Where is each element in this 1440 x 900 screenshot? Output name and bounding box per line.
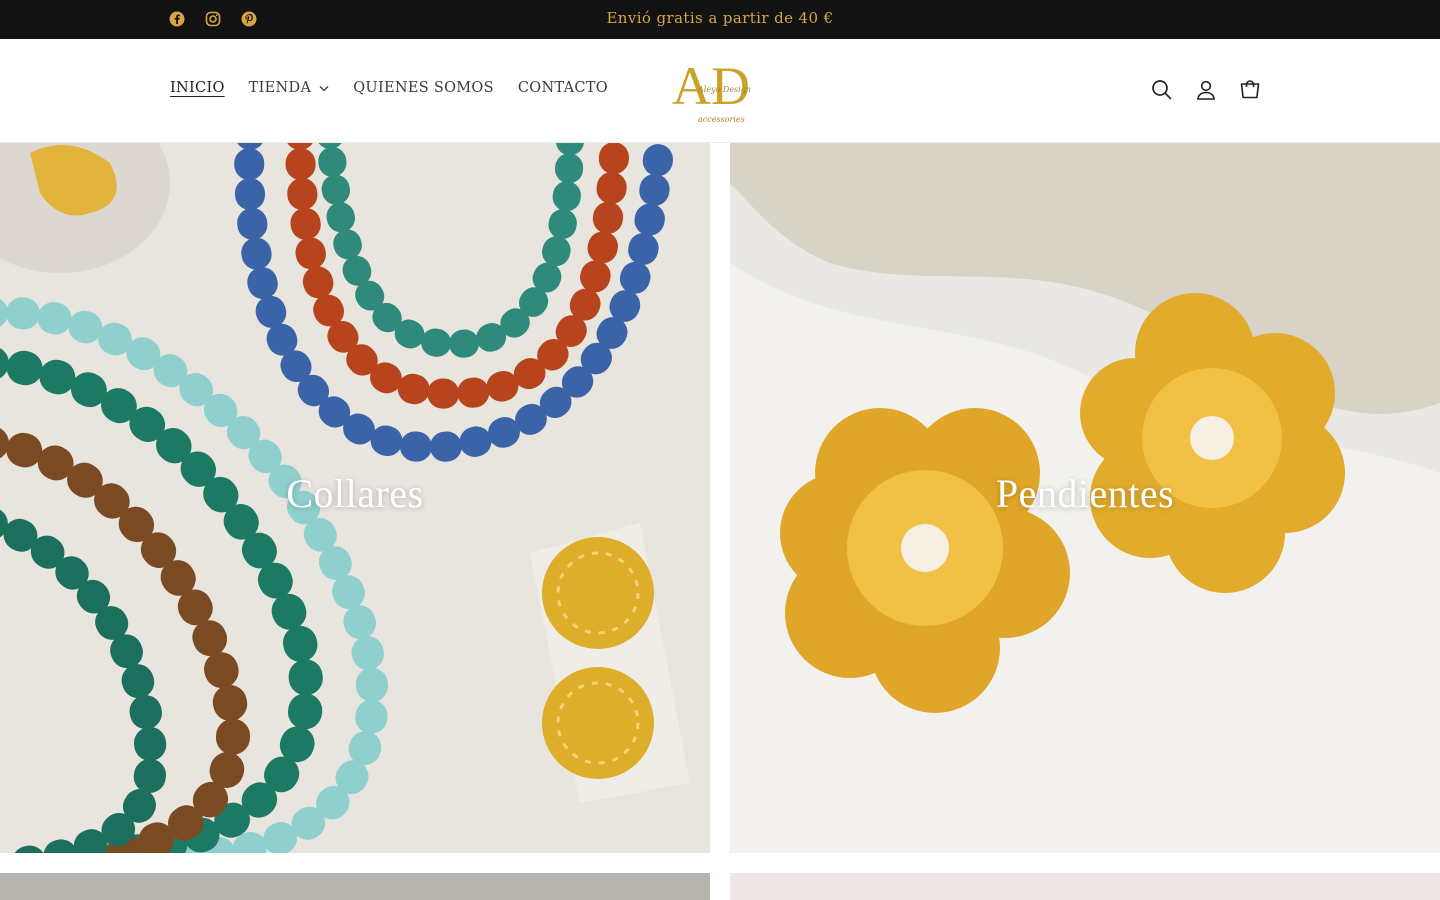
announcement-bar: Envió gratis a partir de 40 € <box>0 0 1440 39</box>
announcement-text: Envió gratis a partir de 40 € <box>606 9 834 27</box>
collection-title: Pendientes <box>995 471 1175 516</box>
logo-script: Aleya Design <box>697 85 751 94</box>
collection-title: Collares <box>286 471 424 516</box>
nav-item-quienes-somos[interactable]: QUIENES SOMOS <box>353 80 494 96</box>
collection-tile-next-left[interactable] <box>0 873 710 900</box>
cart-icon[interactable] <box>1238 78 1262 102</box>
nav-item-inicio[interactable]: INICIO <box>170 80 225 96</box>
collection-tile-collares[interactable]: Collares <box>0 143 710 853</box>
brand-logo[interactable]: AD Aleya Design accessories <box>668 54 776 130</box>
search-icon[interactable] <box>1150 78 1174 102</box>
chevron-down-icon <box>319 85 329 92</box>
account-icon[interactable] <box>1194 78 1218 102</box>
nav-item-contacto[interactable]: CONTACTO <box>518 80 608 96</box>
nav-item-tienda[interactable]: TIENDA <box>249 80 330 96</box>
main-nav: INICIO TIENDA QUIENES SOMOS CONTACTO <box>170 80 632 96</box>
logo-tagline: accessories <box>698 115 745 124</box>
collection-tile-next-right[interactable] <box>730 873 1440 900</box>
site-header: INICIO TIENDA QUIENES SOMOS CONTACTO AD … <box>0 39 1440 143</box>
header-icons <box>1150 78 1262 102</box>
collection-tile-pendientes[interactable]: Pendientes <box>730 143 1440 853</box>
nav-item-label: TIENDA <box>248 80 312 96</box>
